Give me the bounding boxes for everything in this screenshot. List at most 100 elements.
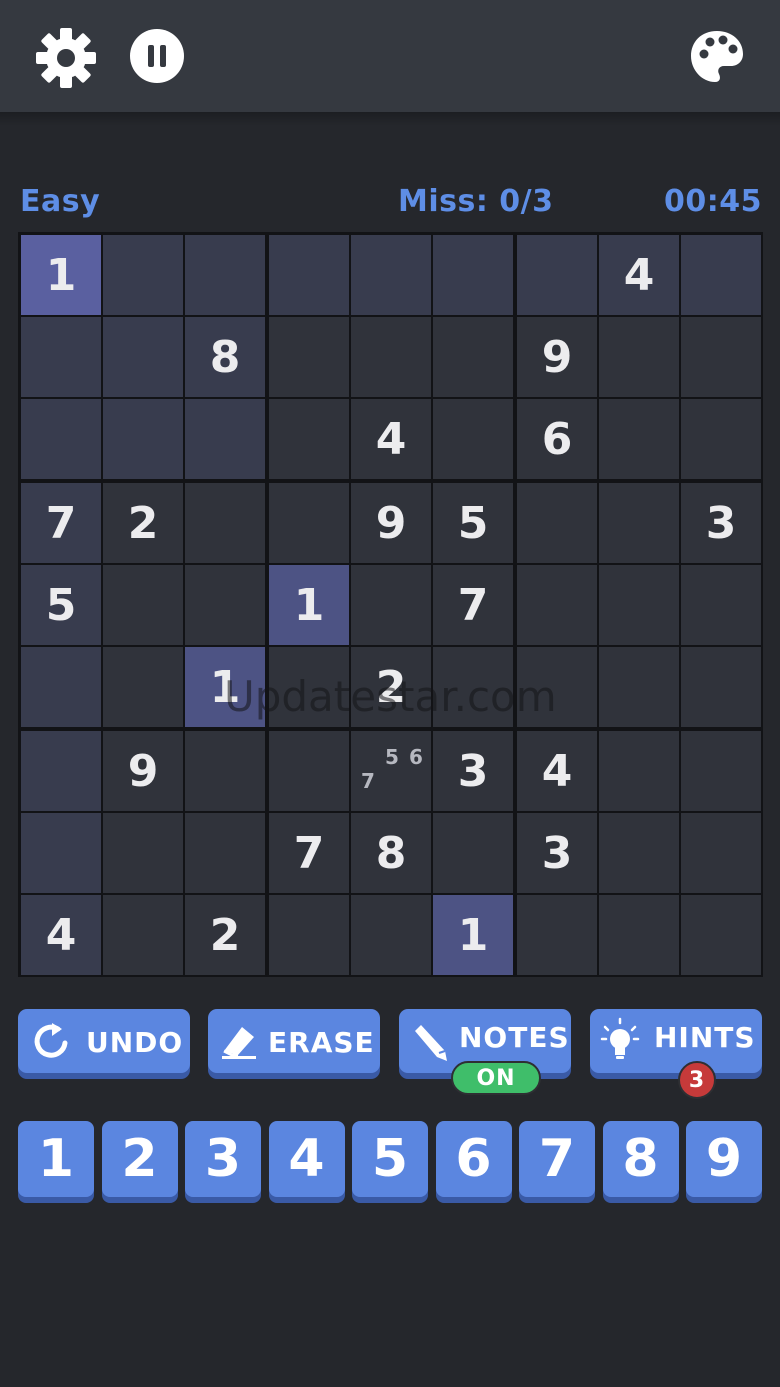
board-cell[interactable] <box>599 813 679 893</box>
board-cell[interactable] <box>351 565 431 645</box>
board-cell[interactable]: 4 <box>599 235 679 315</box>
number-key-6[interactable]: 6 <box>435 1121 512 1197</box>
board-cell[interactable] <box>517 565 597 645</box>
board-cell[interactable] <box>103 813 183 893</box>
board-cell[interactable] <box>681 731 761 811</box>
theme-button[interactable] <box>688 28 746 86</box>
number-key-7[interactable]: 7 <box>519 1121 595 1197</box>
board-cell[interactable]: 4 <box>517 731 597 811</box>
board-cell[interactable] <box>599 895 679 975</box>
board-cell[interactable]: 8 <box>185 317 265 397</box>
board-cell[interactable]: 4 <box>351 399 431 479</box>
board-cell[interactable] <box>185 235 265 315</box>
board-cell[interactable] <box>599 317 679 397</box>
board-cell[interactable] <box>269 731 349 811</box>
board-cell[interactable] <box>681 235 761 315</box>
board-cell[interactable] <box>269 235 349 315</box>
board-cell[interactable] <box>681 813 761 893</box>
board-cell[interactable] <box>103 399 183 479</box>
board-cell[interactable] <box>103 317 183 397</box>
number-key-3[interactable]: 3 <box>185 1121 261 1197</box>
board-cell[interactable] <box>681 647 761 727</box>
board-cell[interactable] <box>269 895 349 975</box>
cell-value: 1 <box>293 579 325 631</box>
board-cell[interactable]: 7 <box>269 813 349 893</box>
board-cell[interactable] <box>433 235 513 315</box>
board-cell[interactable] <box>185 483 265 563</box>
board-cell[interactable]: 9 <box>103 731 183 811</box>
board-cell[interactable]: 2 <box>103 483 183 563</box>
board-cell[interactable]: 56 7 <box>351 731 431 811</box>
board-cell[interactable]: 9 <box>517 317 597 397</box>
board-cell[interactable] <box>269 317 349 397</box>
board-cell[interactable] <box>681 317 761 397</box>
board-cell[interactable]: 7 <box>433 565 513 645</box>
board-cell[interactable] <box>103 895 183 975</box>
number-key-9[interactable]: 9 <box>686 1121 762 1197</box>
board-cell[interactable] <box>21 317 101 397</box>
board-cell[interactable]: 5 <box>21 565 101 645</box>
board-cell[interactable]: 5 <box>433 483 513 563</box>
board-cell[interactable] <box>517 235 597 315</box>
board-cell[interactable]: 1 <box>185 647 265 727</box>
board-cell[interactable] <box>433 813 513 893</box>
board-cell[interactable]: 9 <box>351 483 431 563</box>
cell-note: 5 <box>385 745 399 769</box>
number-key-4[interactable]: 4 <box>268 1121 345 1197</box>
board-cell[interactable]: 1 <box>433 895 513 975</box>
board-cell[interactable]: 1 <box>269 565 349 645</box>
board-cell[interactable]: 2 <box>351 647 431 727</box>
number-key-1[interactable]: 1 <box>18 1121 94 1197</box>
number-key-5[interactable]: 5 <box>352 1121 428 1197</box>
board-cell[interactable] <box>681 399 761 479</box>
board-cell[interactable] <box>21 731 101 811</box>
board-cell[interactable] <box>599 647 679 727</box>
undo-button[interactable]: UNDO <box>18 1009 190 1073</box>
notes-button[interactable]: NOTES ON <box>399 1009 571 1095</box>
board-cell[interactable] <box>433 317 513 397</box>
number-key-2[interactable]: 2 <box>101 1121 178 1197</box>
board-cell[interactable] <box>103 647 183 727</box>
board-cell[interactable] <box>351 895 431 975</box>
board-cell[interactable] <box>599 399 679 479</box>
board-cell[interactable] <box>103 235 183 315</box>
board-cell[interactable] <box>185 731 265 811</box>
board-cell[interactable] <box>269 647 349 727</box>
board-cell[interactable]: 8 <box>351 813 431 893</box>
board-cell[interactable] <box>599 483 679 563</box>
board-cell[interactable] <box>185 813 265 893</box>
board-cell[interactable]: 1 <box>21 235 101 315</box>
settings-button[interactable] <box>34 26 98 90</box>
hints-button[interactable]: HINTS 3 <box>590 1009 762 1099</box>
board-cell[interactable] <box>681 895 761 975</box>
board-cell[interactable] <box>185 565 265 645</box>
board-cell[interactable]: 2 <box>185 895 265 975</box>
erase-button[interactable]: ERASE <box>208 1009 380 1073</box>
board-cell[interactable] <box>185 399 265 479</box>
board-cell[interactable] <box>517 483 597 563</box>
board-cell[interactable] <box>517 647 597 727</box>
board-cell[interactable]: 7 <box>21 483 101 563</box>
board-cell[interactable] <box>517 895 597 975</box>
board-cell[interactable] <box>599 731 679 811</box>
board-cell[interactable] <box>681 565 761 645</box>
pause-button[interactable] <box>128 27 186 85</box>
board-cell[interactable] <box>103 565 183 645</box>
board-cell[interactable]: 4 <box>21 895 101 975</box>
board-cell[interactable] <box>351 317 431 397</box>
board-cell[interactable] <box>21 813 101 893</box>
board-cell[interactable] <box>433 647 513 727</box>
board-cell[interactable]: 6 <box>517 399 597 479</box>
cell-value: 9 <box>127 745 159 797</box>
board-cell[interactable] <box>351 235 431 315</box>
board-cell[interactable] <box>21 399 101 479</box>
board-cell[interactable] <box>269 483 349 563</box>
board-cell[interactable] <box>269 399 349 479</box>
board-cell[interactable] <box>21 647 101 727</box>
board-cell[interactable] <box>433 399 513 479</box>
board-cell[interactable]: 3 <box>433 731 513 811</box>
board-cell[interactable] <box>599 565 679 645</box>
number-key-8[interactable]: 8 <box>602 1121 679 1197</box>
board-cell[interactable]: 3 <box>681 483 761 563</box>
board-cell[interactable]: 3 <box>517 813 597 893</box>
